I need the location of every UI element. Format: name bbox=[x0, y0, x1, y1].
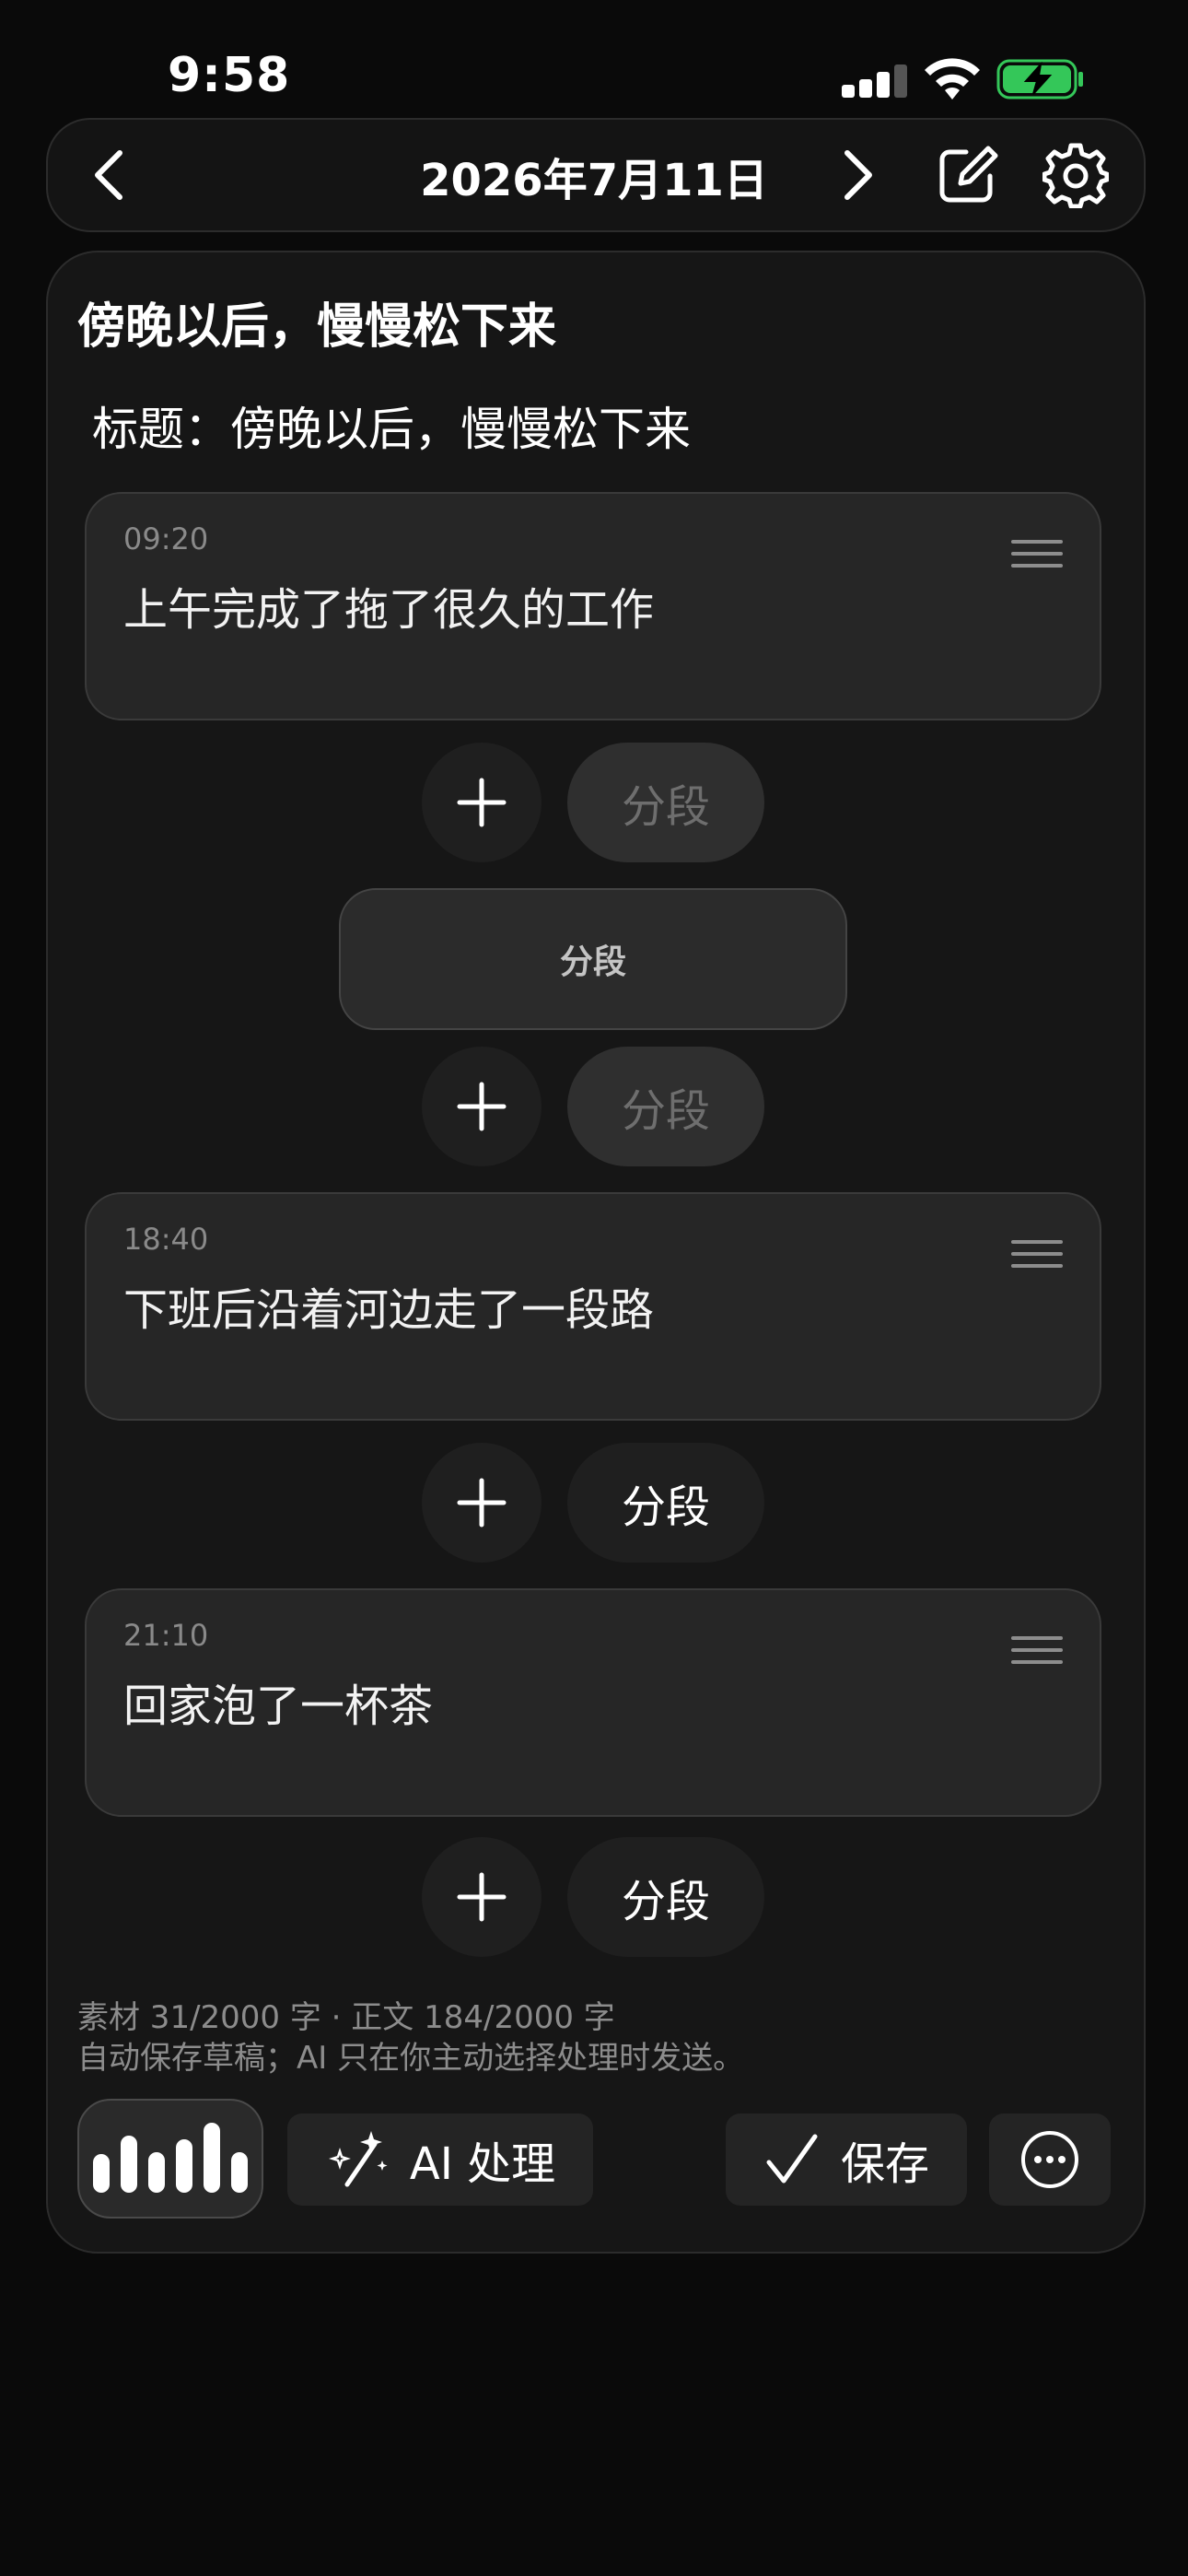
segment-button[interactable]: 分段 bbox=[567, 743, 764, 862]
wifi-icon bbox=[925, 58, 980, 100]
segment-button[interactable]: 分段 bbox=[567, 1047, 764, 1166]
entry-card[interactable]: 18:40 下班后沿着河边走了一段路 bbox=[85, 1192, 1101, 1421]
entry-time: 09:20 bbox=[123, 521, 209, 556]
drag-handle-icon[interactable] bbox=[1011, 1240, 1063, 1268]
entry-card[interactable]: 09:20 上午完成了拖了很久的工作 bbox=[85, 492, 1101, 720]
add-entry-button[interactable] bbox=[422, 1443, 542, 1563]
autosave-note: 自动保存草稿；AI 只在你主动选择处理时发送。 bbox=[77, 2040, 745, 2077]
plus-icon bbox=[457, 778, 507, 827]
entry-time: 21:10 bbox=[123, 1618, 209, 1653]
ai-process-label: AI 处理 bbox=[409, 2138, 556, 2190]
more-options-button[interactable] bbox=[989, 2113, 1111, 2206]
chevron-right-icon bbox=[844, 150, 872, 200]
entry-text[interactable]: 上午完成了拖了很久的工作 bbox=[123, 573, 654, 638]
compose-icon bbox=[939, 146, 998, 203]
segment-divider[interactable]: 分段 bbox=[339, 888, 847, 1030]
segment-button[interactable]: 分段 bbox=[567, 1837, 764, 1957]
title-field[interactable]: 标题：傍晚以后，慢慢松下来 bbox=[92, 392, 691, 459]
settings-button[interactable] bbox=[1039, 138, 1112, 212]
drag-handle-icon[interactable] bbox=[1011, 1636, 1063, 1664]
voice-input-button[interactable] bbox=[77, 2099, 263, 2219]
entry-time: 18:40 bbox=[123, 1222, 209, 1257]
gear-icon bbox=[1042, 143, 1109, 208]
next-day-button[interactable] bbox=[821, 138, 895, 212]
more-icon bbox=[1021, 2131, 1078, 2188]
drag-handle-icon[interactable] bbox=[1011, 540, 1063, 568]
status-time: 9:58 bbox=[168, 48, 291, 103]
add-entry-button[interactable] bbox=[422, 1047, 542, 1166]
add-entry-button[interactable] bbox=[422, 743, 542, 862]
cellular-signal-icon bbox=[842, 61, 912, 98]
battery-charging-icon bbox=[996, 59, 1083, 100]
word-count: 素材 31/2000 字 · 正文 184/2000 字 bbox=[77, 1999, 615, 2036]
plus-icon bbox=[457, 1082, 507, 1131]
current-date[interactable]: 2026年7月11日 bbox=[0, 144, 1188, 208]
plus-icon bbox=[457, 1478, 507, 1528]
magic-wand-icon bbox=[328, 2131, 388, 2187]
waveform-icon bbox=[93, 2154, 110, 2193]
add-entry-button[interactable] bbox=[422, 1837, 542, 1957]
entry-card[interactable]: 21:10 回家泡了一杯茶 bbox=[85, 1588, 1101, 1817]
page-title: 傍晚以后，慢慢松下来 bbox=[77, 299, 557, 355]
checkmark-icon bbox=[766, 2134, 818, 2184]
entry-text[interactable]: 回家泡了一杯茶 bbox=[123, 1669, 433, 1734]
save-button[interactable]: 保存 bbox=[726, 2113, 967, 2206]
ai-process-button[interactable]: AI 处理 bbox=[287, 2113, 593, 2206]
plus-icon bbox=[457, 1872, 507, 1922]
entry-text[interactable]: 下班后沿着河边走了一段路 bbox=[123, 1273, 654, 1338]
compose-button[interactable] bbox=[930, 138, 1004, 212]
segment-button[interactable]: 分段 bbox=[567, 1443, 764, 1563]
save-label: 保存 bbox=[840, 2138, 929, 2190]
